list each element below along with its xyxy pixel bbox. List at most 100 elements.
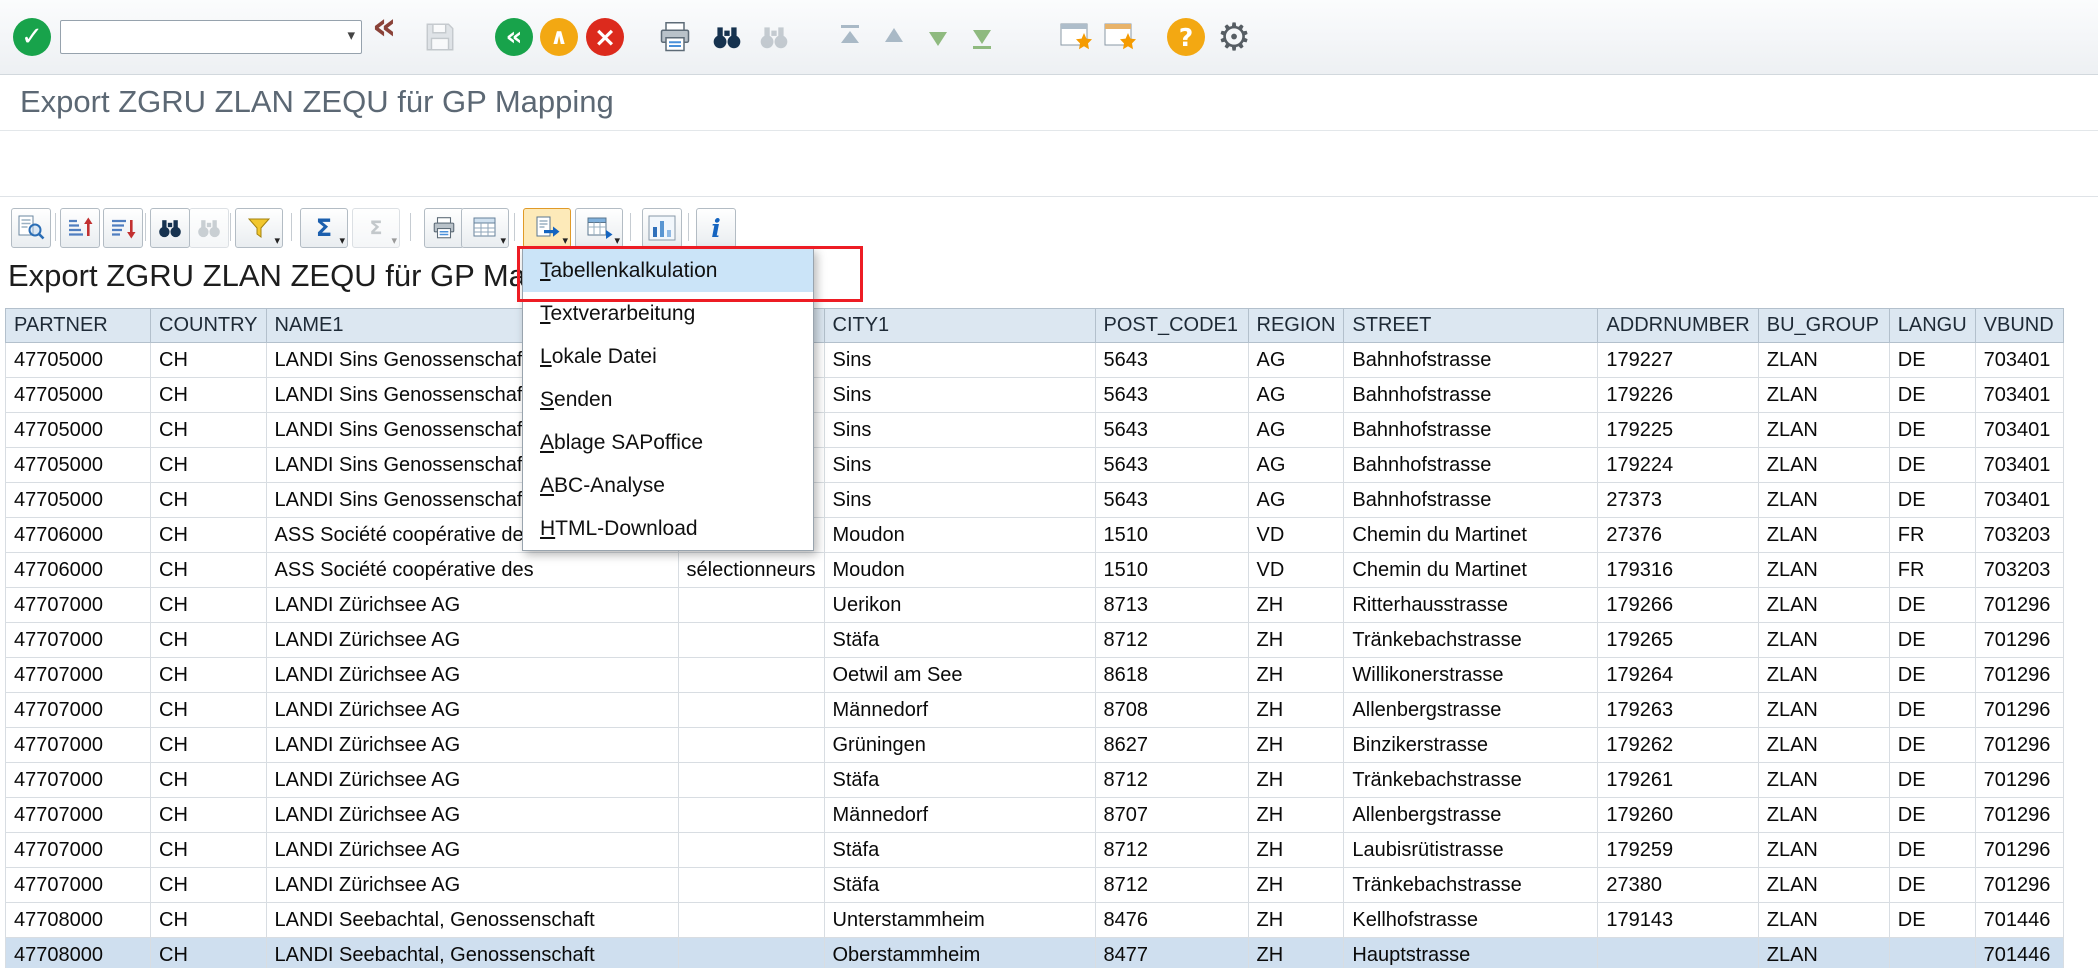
cell[interactable]: ZLAN bbox=[1758, 518, 1889, 553]
cell[interactable]: DE bbox=[1889, 728, 1975, 763]
cell[interactable]: LANDI Zürichsee AG bbox=[266, 868, 678, 903]
cell[interactable]: DE bbox=[1889, 763, 1975, 798]
cell[interactable]: AG bbox=[1248, 378, 1344, 413]
cell[interactable]: DE bbox=[1889, 833, 1975, 868]
cell[interactable]: Allenbergstrasse bbox=[1344, 798, 1598, 833]
cell[interactable]: ZLAN bbox=[1758, 798, 1889, 833]
cell[interactable]: 701296 bbox=[1975, 623, 2063, 658]
cell[interactable]: CH bbox=[151, 588, 267, 623]
cell[interactable]: 703401 bbox=[1975, 343, 2063, 378]
column-header-country[interactable]: COUNTRY bbox=[151, 309, 267, 343]
cell[interactable]: ZH bbox=[1248, 833, 1344, 868]
cell[interactable]: ZH bbox=[1248, 658, 1344, 693]
cell[interactable]: DE bbox=[1889, 378, 1975, 413]
cell[interactable]: Sins bbox=[824, 413, 1095, 448]
cell[interactable]: ZH bbox=[1248, 623, 1344, 658]
cell[interactable]: 47707000 bbox=[6, 798, 151, 833]
cell[interactable]: CH bbox=[151, 518, 267, 553]
cell[interactable]: 8712 bbox=[1095, 868, 1248, 903]
cell[interactable]: 47706000 bbox=[6, 553, 151, 588]
export-button[interactable]: ▾ bbox=[523, 208, 571, 248]
table-row[interactable]: 47707000CHLANDI Zürichsee AGMännedorf870… bbox=[6, 693, 2064, 728]
cell[interactable]: ZLAN bbox=[1758, 693, 1889, 728]
cell[interactable]: 179224 bbox=[1598, 448, 1758, 483]
table-row[interactable]: 47707000CHLANDI Zürichsee AGStäfa8712ZHL… bbox=[6, 833, 2064, 868]
table-row[interactable]: 47708000CHLANDI Seebachtal, Genossenscha… bbox=[6, 903, 2064, 938]
cell[interactable]: 8712 bbox=[1095, 763, 1248, 798]
column-header-street[interactable]: STREET bbox=[1344, 309, 1598, 343]
cell[interactable]: 701296 bbox=[1975, 728, 2063, 763]
cell[interactable]: Oetwil am See bbox=[824, 658, 1095, 693]
cell[interactable]: Männedorf bbox=[824, 693, 1095, 728]
cell[interactable]: 47707000 bbox=[6, 658, 151, 693]
cell[interactable]: 1510 bbox=[1095, 518, 1248, 553]
cell[interactable]: Bahnhofstrasse bbox=[1344, 483, 1598, 518]
cell[interactable]: Sins bbox=[824, 343, 1095, 378]
cell[interactable] bbox=[678, 658, 824, 693]
new-session-button[interactable] bbox=[1056, 17, 1096, 57]
cell[interactable]: 701296 bbox=[1975, 763, 2063, 798]
cell[interactable]: Moudon bbox=[824, 553, 1095, 588]
cell[interactable]: Sins bbox=[824, 483, 1095, 518]
cell[interactable]: CH bbox=[151, 623, 267, 658]
table-row[interactable]: 47707000CHLANDI Zürichsee AGUerikon8713Z… bbox=[6, 588, 2064, 623]
back-button[interactable]: « bbox=[494, 17, 534, 57]
cell[interactable]: CH bbox=[151, 903, 267, 938]
cell[interactable]: 27373 bbox=[1598, 483, 1758, 518]
cell[interactable]: 701296 bbox=[1975, 868, 2063, 903]
cell[interactable]: Hauptstrasse bbox=[1344, 938, 1598, 968]
cell[interactable]: ZH bbox=[1248, 728, 1344, 763]
table-row[interactable]: 47707000CHLANDI Zürichsee AGMännedorf870… bbox=[6, 798, 2064, 833]
cell[interactable]: 179262 bbox=[1598, 728, 1758, 763]
cell[interactable] bbox=[678, 903, 824, 938]
cell[interactable]: CH bbox=[151, 448, 267, 483]
cell[interactable]: CH bbox=[151, 658, 267, 693]
cell[interactable]: Bahnhofstrasse bbox=[1344, 378, 1598, 413]
cell[interactable]: CH bbox=[151, 833, 267, 868]
cell[interactable]: 179227 bbox=[1598, 343, 1758, 378]
cell[interactable]: DE bbox=[1889, 868, 1975, 903]
cell[interactable] bbox=[678, 693, 824, 728]
create-shortcut-button[interactable] bbox=[1100, 17, 1140, 57]
cell[interactable]: LANDI Zürichsee AG bbox=[266, 588, 678, 623]
cell[interactable]: 701446 bbox=[1975, 938, 2063, 968]
cell[interactable]: Stäfa bbox=[824, 623, 1095, 658]
cell[interactable]: 8712 bbox=[1095, 833, 1248, 868]
cell[interactable]: 47708000 bbox=[6, 938, 151, 968]
sort-descending-button[interactable] bbox=[103, 208, 143, 248]
cell[interactable]: ZLAN bbox=[1758, 763, 1889, 798]
cell[interactable]: LANDI Zürichsee AG bbox=[266, 833, 678, 868]
table-row[interactable]: 47707000CHLANDI Zürichsee AGStäfa8712ZHT… bbox=[6, 763, 2064, 798]
cell[interactable]: ZLAN bbox=[1758, 553, 1889, 588]
cell[interactable]: Unterstammheim bbox=[824, 903, 1095, 938]
cell[interactable]: 5643 bbox=[1095, 343, 1248, 378]
cell[interactable]: sélectionneurs bbox=[678, 553, 824, 588]
column-header-bu_group[interactable]: BU_GROUP bbox=[1758, 309, 1889, 343]
help-button[interactable]: ? bbox=[1166, 17, 1206, 57]
cell[interactable]: 703401 bbox=[1975, 413, 2063, 448]
cell[interactable]: Uerikon bbox=[824, 588, 1095, 623]
cell[interactable]: DE bbox=[1889, 903, 1975, 938]
table-row[interactable]: 47705000CHLANDI Sins GenossenschaftSins5… bbox=[6, 343, 2064, 378]
sort-ascending-button[interactable] bbox=[60, 208, 100, 248]
cell[interactable]: Laubisrütistrasse bbox=[1344, 833, 1598, 868]
cell[interactable]: Willikonerstrasse bbox=[1344, 658, 1598, 693]
cell[interactable]: 179260 bbox=[1598, 798, 1758, 833]
cell[interactable]: 47706000 bbox=[6, 518, 151, 553]
cell[interactable]: CH bbox=[151, 378, 267, 413]
cell[interactable]: Bahnhofstrasse bbox=[1344, 413, 1598, 448]
page-down-button[interactable] bbox=[918, 17, 958, 57]
find-button[interactable] bbox=[707, 17, 747, 57]
cell[interactable]: AG bbox=[1248, 448, 1344, 483]
cell[interactable]: ZLAN bbox=[1758, 588, 1889, 623]
cell[interactable]: 47707000 bbox=[6, 693, 151, 728]
save-button[interactable] bbox=[420, 17, 460, 57]
cell[interactable]: 5643 bbox=[1095, 483, 1248, 518]
cell[interactable]: Stäfa bbox=[824, 868, 1095, 903]
table-row[interactable]: 47708000CHLANDI Seebachtal, Genossenscha… bbox=[6, 938, 2064, 968]
command-field[interactable]: ▾ bbox=[60, 20, 362, 54]
cell[interactable]: DE bbox=[1889, 623, 1975, 658]
cell[interactable]: Binzikerstrasse bbox=[1344, 728, 1598, 763]
cell[interactable]: 179263 bbox=[1598, 693, 1758, 728]
cell[interactable]: LANDI Zürichsee AG bbox=[266, 763, 678, 798]
